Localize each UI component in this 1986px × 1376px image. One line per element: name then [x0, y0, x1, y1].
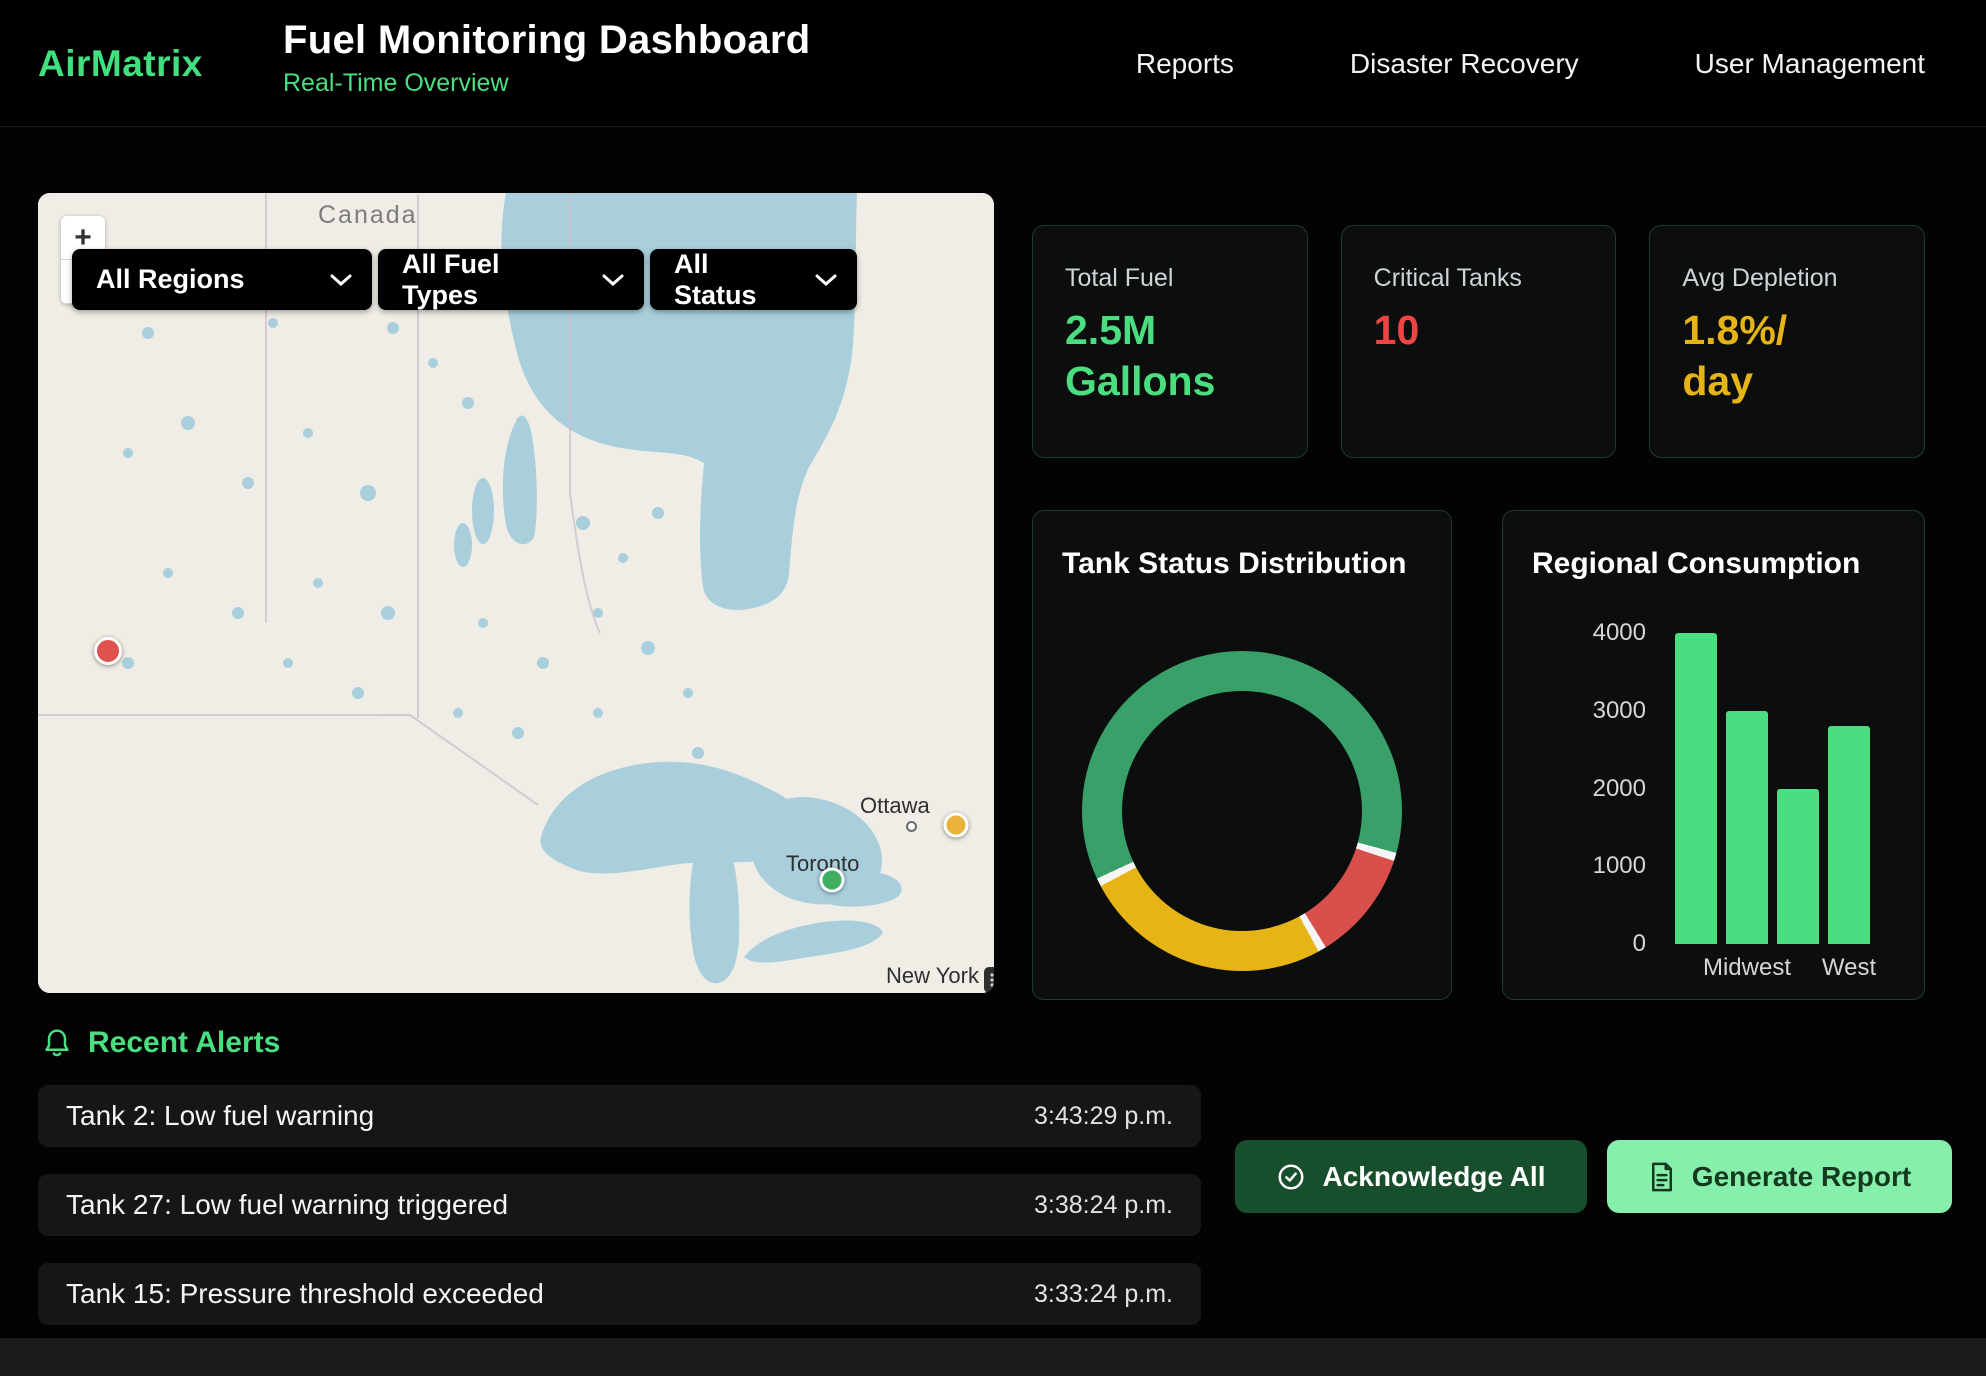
stat-card-critical-tanks: Critical Tanks 10: [1341, 225, 1617, 458]
alert-row[interactable]: Tank 27: Low fuel warning triggered 3:38…: [38, 1174, 1201, 1236]
title-block: Fuel Monitoring Dashboard Real-Time Over…: [283, 18, 810, 98]
y-tick-label: 0: [1633, 930, 1646, 958]
brand-logo: AirMatrix: [38, 0, 203, 127]
nav-user-management[interactable]: User Management: [1695, 48, 1925, 80]
status-filter-dropdown[interactable]: All Status: [650, 249, 857, 310]
bar-y-axis: 4000 3000 2000 1000 0: [1539, 619, 1660, 958]
circle-check-icon: [1276, 1162, 1306, 1192]
generate-report-label: Generate Report: [1692, 1161, 1911, 1193]
alerts-heading: Recent Alerts: [42, 1026, 280, 1060]
y-tick-label: 3000: [1593, 697, 1646, 725]
y-tick-label: 2000: [1593, 775, 1646, 803]
drag-dots-icon: [989, 972, 994, 988]
alert-timestamp: 3:38:24 p.m.: [1034, 1191, 1173, 1220]
alert-row[interactable]: Tank 15: Pressure threshold exceeded 3:3…: [38, 1263, 1201, 1325]
status-filter-value: All Status: [674, 249, 789, 311]
chevron-down-icon: [815, 273, 837, 287]
y-tick-label: 4000: [1593, 619, 1646, 647]
tank-marker-warning[interactable]: [944, 813, 969, 838]
ottawa-city-ring-icon: [906, 821, 917, 832]
x-tick-label: West: [1822, 954, 1876, 982]
alerts-heading-label: Recent Alerts: [88, 1026, 280, 1060]
chart-title: Regional Consumption: [1532, 547, 1860, 581]
chart-title: Tank Status Distribution: [1062, 547, 1406, 581]
regions-filter-dropdown[interactable]: All Regions: [72, 249, 372, 310]
regional-consumption-chart-card: Regional Consumption 4000 3000 2000 1000 0 M…: [1502, 510, 1925, 1000]
stat-card-total-fuel: Total Fuel 2.5M Gallons: [1032, 225, 1308, 458]
x-tick-label: Midwest: [1703, 954, 1791, 982]
map-filter-row: All Regions All Fuel Types All Status: [72, 249, 857, 310]
alert-timestamp: 3:43:29 p.m.: [1034, 1102, 1173, 1131]
donut-chart: [1082, 651, 1402, 971]
regions-filter-value: All Regions: [96, 264, 245, 295]
bottom-strip: [0, 1338, 1986, 1376]
nav-reports[interactable]: Reports: [1136, 48, 1234, 80]
bar: [1726, 711, 1768, 944]
fuel-types-filter-value: All Fuel Types: [402, 249, 576, 311]
stat-value: 2.5M Gallons: [1065, 305, 1250, 408]
stat-label: Avg Depletion: [1682, 264, 1892, 293]
bar-chart: 4000 3000 2000 1000 0 Midwest West: [1539, 619, 1870, 958]
map-geography: [38, 193, 994, 993]
tank-marker-critical[interactable]: [94, 637, 122, 665]
bar-column: West: [1828, 633, 1870, 944]
tank-marker-normal[interactable]: [820, 868, 845, 893]
bar-column: [1777, 633, 1819, 944]
nav-disaster-recovery[interactable]: Disaster Recovery: [1350, 48, 1579, 80]
stat-value: 1.8%/ day: [1682, 305, 1867, 408]
bar: [1675, 633, 1717, 944]
alert-message: Tank 27: Low fuel warning triggered: [66, 1189, 508, 1221]
stats-row: Total Fuel 2.5M Gallons Critical Tanks 1…: [1032, 225, 1925, 458]
generate-report-button[interactable]: Generate Report: [1607, 1140, 1952, 1213]
alert-timestamp: 3:33:24 p.m.: [1034, 1280, 1173, 1309]
document-icon: [1648, 1162, 1676, 1192]
alert-message: Tank 15: Pressure threshold exceeded: [66, 1278, 544, 1310]
y-tick-label: 1000: [1593, 852, 1646, 880]
stat-card-avg-depletion: Avg Depletion 1.8%/ day: [1649, 225, 1925, 458]
bar: [1777, 789, 1819, 945]
bar-chart-bars: Midwest West: [1675, 633, 1870, 944]
main-nav: Reports Disaster Recovery User Managemen…: [1136, 0, 1925, 127]
page-subtitle: Real-Time Overview: [283, 69, 810, 98]
tank-status-chart-card: Tank Status Distribution: [1032, 510, 1452, 1000]
stat-value: 10: [1374, 305, 1559, 356]
alert-list: Tank 2: Low fuel warning 3:43:29 p.m. Ta…: [38, 1085, 1201, 1352]
alert-row[interactable]: Tank 2: Low fuel warning 3:43:29 p.m.: [38, 1085, 1201, 1147]
stat-label: Critical Tanks: [1374, 264, 1584, 293]
fuel-types-filter-dropdown[interactable]: All Fuel Types: [378, 249, 644, 310]
bar-column: [1675, 633, 1717, 944]
donut-hole: [1122, 691, 1362, 931]
page-title: Fuel Monitoring Dashboard: [283, 18, 810, 63]
acknowledge-all-button[interactable]: Acknowledge All: [1235, 1140, 1587, 1213]
stat-label: Total Fuel: [1065, 264, 1275, 293]
alert-message: Tank 2: Low fuel warning: [66, 1100, 374, 1132]
map[interactable]: Canada Ottawa Toronto New York + − All R…: [38, 193, 994, 993]
bar-column: Midwest: [1726, 633, 1768, 944]
header: AirMatrix Fuel Monitoring Dashboard Real…: [0, 0, 1986, 127]
chevron-down-icon: [330, 273, 352, 287]
acknowledge-all-label: Acknowledge All: [1322, 1161, 1545, 1193]
bar: [1828, 726, 1870, 944]
app-root: AirMatrix Fuel Monitoring Dashboard Real…: [0, 0, 1986, 1376]
bell-icon: [42, 1027, 72, 1059]
chevron-down-icon: [602, 273, 624, 287]
resize-handle[interactable]: [984, 967, 994, 993]
